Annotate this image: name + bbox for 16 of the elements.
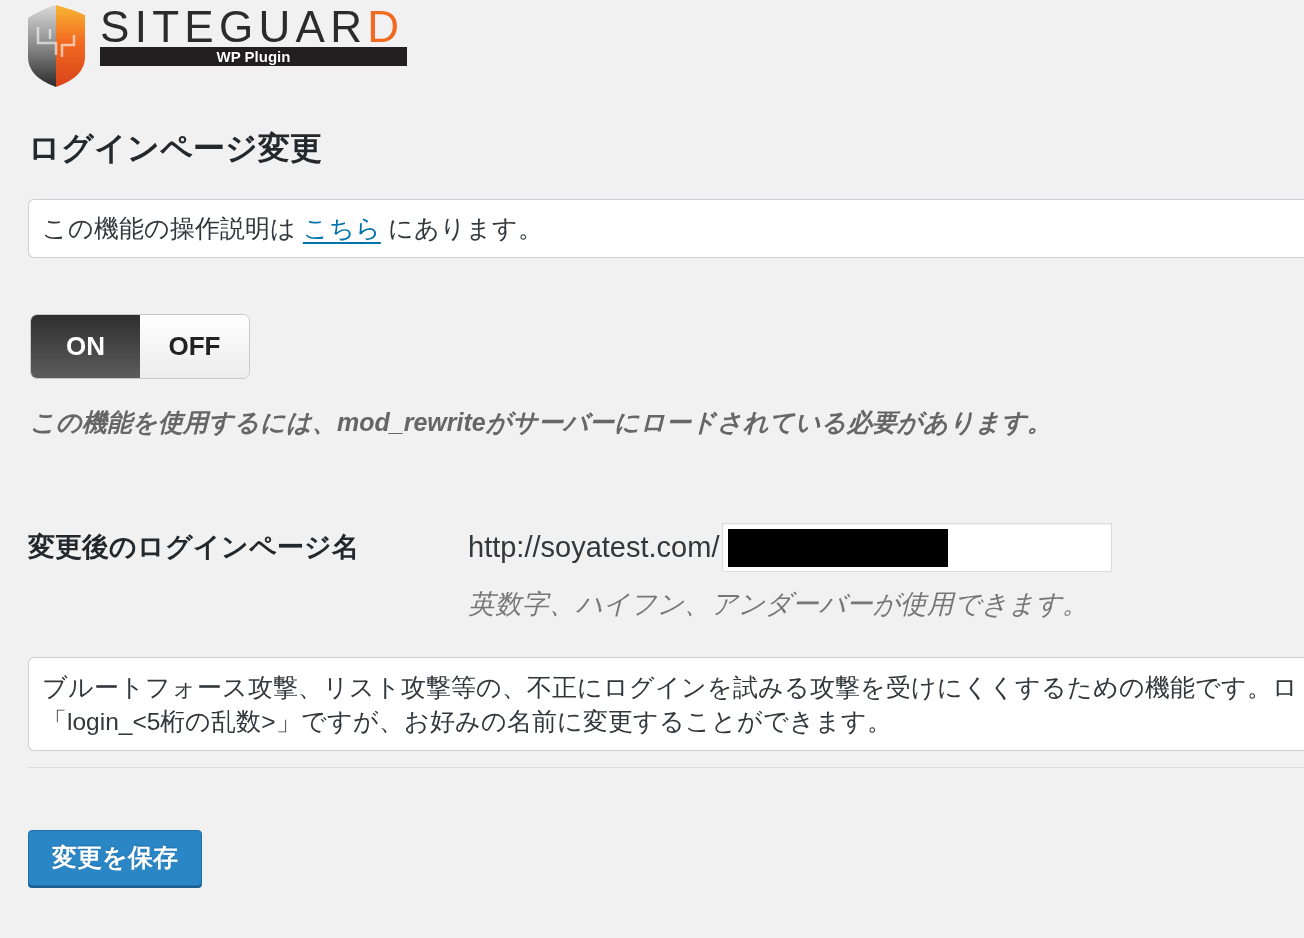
requirement-note: この機能を使用するには、mod_rewriteがサーバーにロードされている必要があります。 bbox=[29, 407, 1052, 437]
shield-logo-icon bbox=[28, 5, 85, 87]
toggle-option[interactable]: OFF bbox=[140, 315, 249, 378]
field-label: 変更後のログインページ名 bbox=[28, 531, 359, 564]
save-button[interactable]: 変更を保存 bbox=[28, 830, 202, 886]
logo-subtitle: WP Plugin bbox=[216, 48, 291, 65]
url-prefix: http://soyatest.com/ bbox=[468, 530, 720, 565]
instructions-link[interactable]: こちら bbox=[302, 215, 381, 242]
toggle-option[interactable]: ON bbox=[31, 315, 140, 378]
description-text: 「login_<5桁の乱数>」ですが、お好みの名前に変更することができます。 bbox=[42, 707, 892, 737]
logo-wordmark: SITEGUAR D bbox=[100, 9, 406, 45]
description-text: ブルートフォース攻撃、リスト攻撃等の、不正にログインを試みる攻撃を受けにくくするための機能です。ロ bbox=[42, 673, 1298, 703]
input-field[interactable] bbox=[722, 523, 1113, 572]
page-title: ログインページ変更 bbox=[28, 129, 322, 167]
notice-text: この機能の操作説明は こちら にあります。 bbox=[42, 215, 543, 242]
help-text: 英数字、ハイフン、アンダーバーが使用できます。 bbox=[468, 589, 1089, 619]
